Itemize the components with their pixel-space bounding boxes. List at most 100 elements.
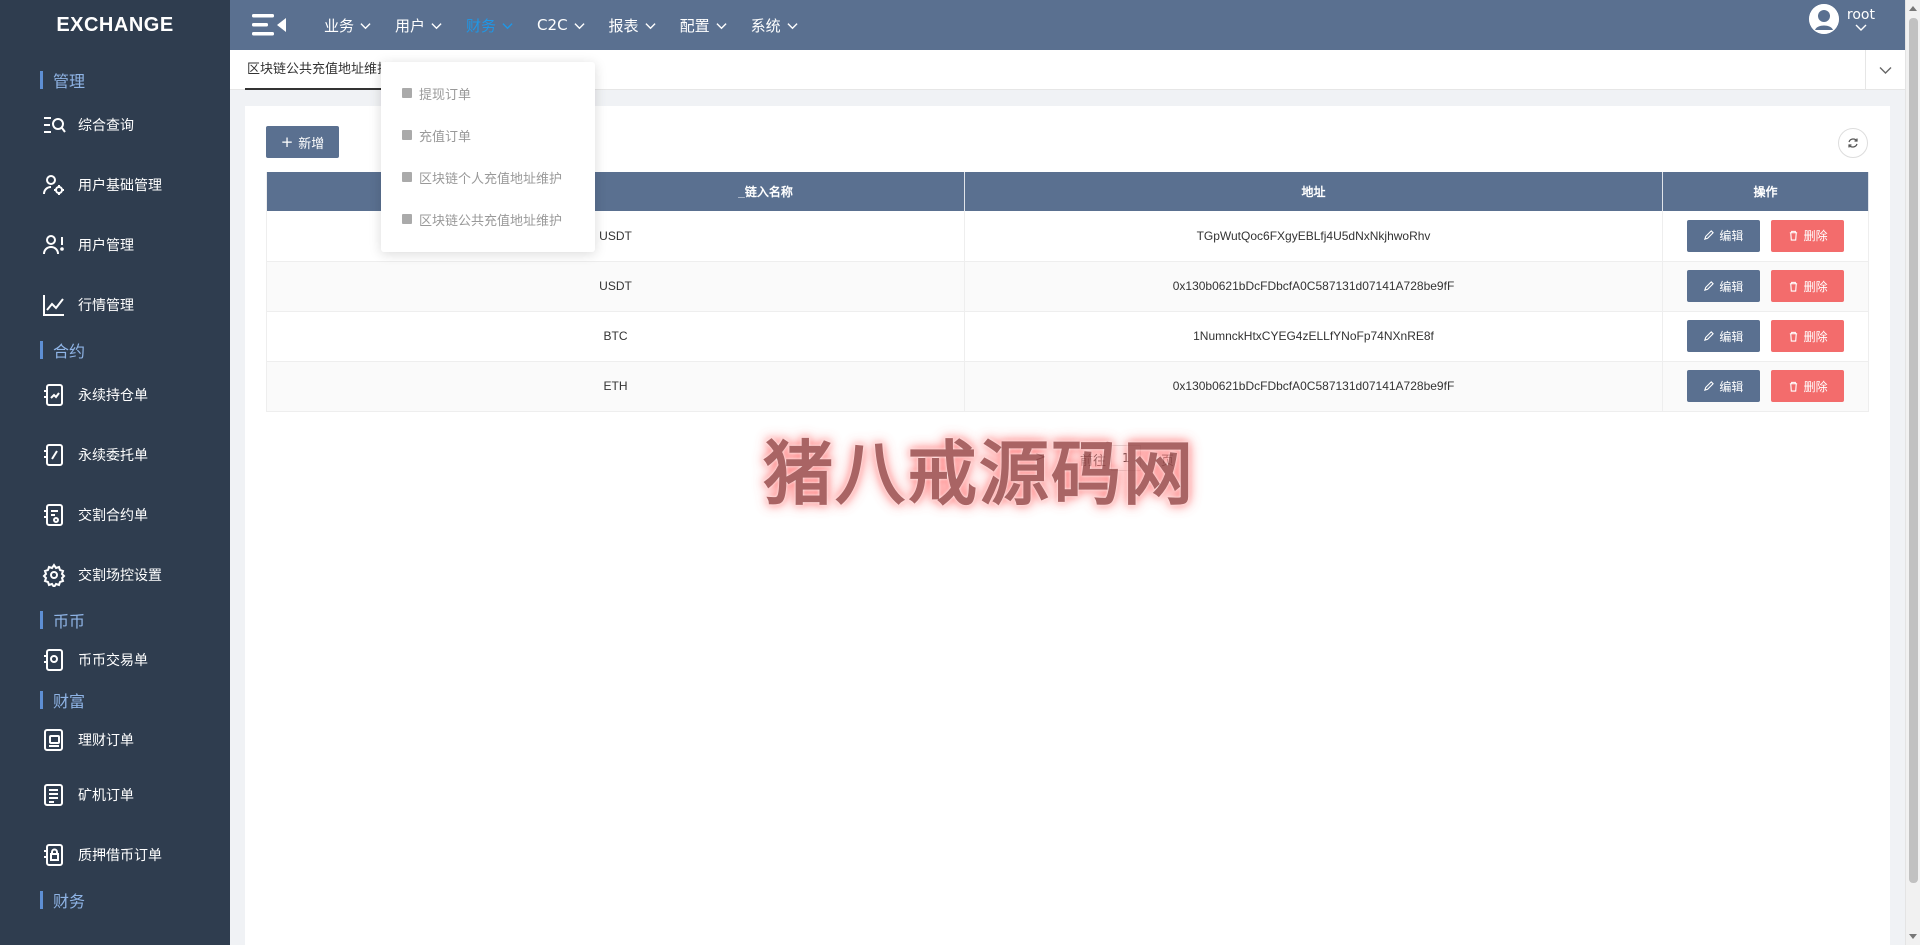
scrollbar-thumb[interactable] (1909, 18, 1918, 883)
table-row: USDT 0x130b0621bDcFDbcfA0C587131d07141A7… (266, 261, 1869, 312)
user-menu[interactable]: root (1808, 4, 1875, 34)
sidebar-item-label: 综合查询 (78, 118, 134, 134)
user-settings-icon (43, 175, 64, 195)
document-coin-icon (44, 649, 63, 671)
page-number-input[interactable]: 1 (1111, 445, 1141, 471)
pencil-icon (1704, 230, 1715, 241)
sidebar-item-label: 交割场控设置 (78, 568, 162, 584)
column-address[interactable]: 地址 (964, 172, 1663, 211)
sidebar-item-perpetual-orders[interactable]: 永续委托单 (0, 425, 230, 485)
sidebar-item-label: 矿机订单 (78, 788, 134, 804)
delete-button[interactable]: 删除 (1771, 270, 1845, 302)
column-chain-name[interactable]: _链入名称 (266, 172, 965, 211)
page-scrollbar[interactable] (1905, 0, 1920, 945)
chain-cell: ETH (266, 361, 965, 412)
chevron-down-icon (1855, 24, 1867, 31)
chevron-down-icon (502, 22, 513, 29)
edit-button[interactable]: 编辑 (1686, 219, 1760, 252)
scroll-down-icon[interactable] (1909, 934, 1917, 939)
line-chart-icon (43, 295, 64, 316)
document-lines-icon (44, 784, 63, 806)
sidebar-item-perpetual-positions[interactable]: 永续持仓单 (0, 365, 230, 425)
menu-item-public-deposit-address[interactable]: 区块链公共充值地址维护 (381, 198, 595, 240)
document-wallet-icon (44, 729, 63, 751)
nav-reports[interactable]: 报表 (597, 0, 668, 50)
pencil-icon (1704, 280, 1715, 291)
menu-item-personal-deposit-address[interactable]: 区块链个人充值地址维护 (381, 156, 595, 198)
username: root (1846, 7, 1875, 23)
menu-toggle-icon[interactable] (250, 10, 290, 40)
address-cell: 0x130b0621bDcFDbcfA0C587131d07141A728be9… (964, 261, 1663, 312)
address-cell: 1NumnckHtxCYEG4zELLfYNoFp74NXnRE8f (964, 311, 1663, 362)
next-page-button[interactable]: > (1035, 450, 1046, 465)
edit-button[interactable]: 编辑 (1686, 320, 1760, 352)
sidebar-item-market-management[interactable]: 行情管理 (0, 275, 230, 335)
sidebar-item-delivery-contracts[interactable]: 交割合约单 (0, 485, 230, 545)
app-logo: EXCHANGE (56, 14, 174, 36)
sidebar-item-pledge-loan-orders[interactable]: 质押借币订单 (0, 825, 230, 885)
nav-system[interactable]: 系统 (739, 0, 810, 50)
sidebar-item-label: 交割合约单 (78, 508, 148, 524)
delete-button[interactable]: 删除 (1771, 370, 1845, 402)
trash-icon (1789, 331, 1797, 342)
refresh-button[interactable] (1838, 128, 1868, 158)
chevron-down-icon (787, 22, 798, 29)
pencil-icon (1704, 330, 1715, 341)
sidebar-group-contract: 合约 (0, 335, 230, 365)
sidebar-item-label: 质押借币订单 (78, 848, 162, 864)
chevron-down-icon (1879, 66, 1892, 74)
tab-public-deposit-address[interactable]: 区块链公共充值地址维护 (245, 50, 393, 90)
menu-item-withdraw-orders[interactable]: 提现订单 (381, 72, 595, 114)
delete-button[interactable]: 删除 (1771, 320, 1845, 352)
sidebar-item-delivery-control-settings[interactable]: 交割场控设置 (0, 545, 230, 605)
plus-icon: + (280, 132, 294, 151)
wallet-icon (402, 88, 412, 98)
address-cell: 0x130b0621bDcFDbcfA0C587131d07141A728be9… (964, 361, 1663, 412)
actions-cell: 编辑 删除 (1662, 211, 1869, 262)
finance-dropdown-menu: 提现订单 充值订单 区块链个人充值地址维护 区块链公共充值地址维护 (381, 62, 595, 252)
sidebar-item-label: 用户管理 (78, 238, 134, 254)
actions-cell: 编辑 删除 (1662, 311, 1869, 362)
nav-config[interactable]: 配置 (668, 0, 739, 50)
sidebar-item-label: 币币交易单 (78, 653, 148, 669)
gear-icon (42, 563, 66, 587)
document-chart-icon (44, 384, 63, 406)
sidebar-item-comprehensive-query[interactable]: 综合查询 (0, 95, 230, 155)
edit-button[interactable]: 编辑 (1686, 370, 1760, 402)
add-button[interactable]: + 新增 (266, 126, 339, 158)
sidebar-item-label: 行情管理 (78, 298, 134, 314)
clipboard-icon (402, 130, 412, 140)
column-actions: 操作 (1662, 172, 1869, 211)
goto-label: 前往 (1080, 454, 1107, 469)
tabs-more-button[interactable] (1865, 50, 1905, 90)
table-row: BTC 1NumnckHtxCYEG4zELLfYNoFp74NXnRE8f 编… (266, 311, 1869, 362)
scroll-up-icon[interactable] (1909, 6, 1917, 11)
search-list-icon (44, 117, 66, 133)
pagination: > 前往 1 页 (245, 444, 1890, 474)
chain-cell: BTC (266, 311, 965, 362)
bar-chart-icon (402, 172, 412, 182)
sidebar-item-label: 永续持仓单 (78, 388, 148, 404)
menu-item-deposit-orders[interactable]: 充值订单 (381, 114, 595, 156)
sidebar-item-spot-orders[interactable]: 币币交易单 (0, 635, 230, 685)
sidebar-item-mining-orders[interactable]: 矿机订单 (0, 765, 230, 825)
sidebar-item-user-basic-management[interactable]: 用户基础管理 (0, 155, 230, 215)
edit-button[interactable]: 编辑 (1686, 270, 1760, 302)
document-pen-icon (44, 444, 63, 466)
document-lock-icon (44, 844, 63, 866)
nav-user[interactable]: 用户 (383, 0, 454, 50)
nav-finance[interactable]: 财务 (454, 0, 525, 50)
sidebar-item-financial-orders[interactable]: 理财订单 (0, 715, 230, 765)
delete-button[interactable]: 删除 (1771, 219, 1845, 252)
sidebar-group-wealth: 财富 (0, 685, 230, 715)
refresh-icon (1848, 138, 1858, 148)
sidebar-item-user-management[interactable]: 用户管理 (0, 215, 230, 275)
chain-cell: USDT (266, 211, 965, 262)
document-contract-icon (44, 504, 63, 526)
table-row: ETH 0x130b0621bDcFDbcfA0C587131d07141A72… (266, 361, 1869, 412)
nav-c2c[interactable]: C2C (525, 0, 597, 50)
user-alert-icon (43, 235, 64, 255)
sidebar-group-finance: 财务 (0, 885, 230, 915)
address-cell: TGpWutQoc6FXgyEBLfj4U5dNxNkjhwoRhv (964, 211, 1663, 262)
nav-business[interactable]: 业务 (312, 0, 383, 50)
